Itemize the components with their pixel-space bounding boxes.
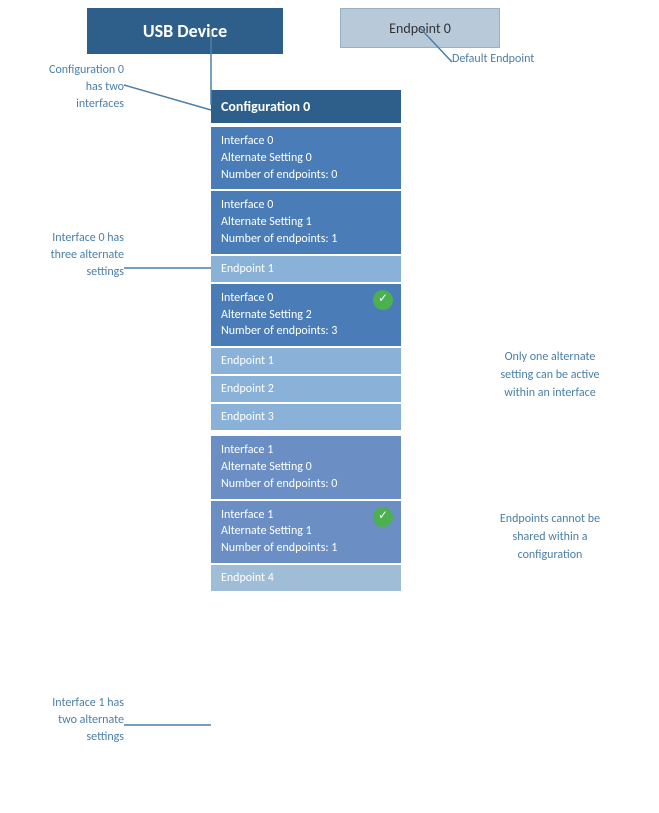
if0-alt0-line1: Interface 0 xyxy=(221,133,391,150)
if1-alt1-line1: Interface 1 xyxy=(221,507,391,524)
if1-alt1-line3: Number of endpoints: 1 xyxy=(221,540,391,557)
if0-alt2-line2: Alternate Setting 2 xyxy=(221,307,391,324)
endpoint-if0-alt2-ep1: Endpoint 1 xyxy=(211,348,401,374)
usb-device-label: USB Device xyxy=(143,20,227,42)
interface-block-if0-alt1: Interface 0 Alternate Setting 1 Number o… xyxy=(211,191,401,253)
if1-alt0-line3: Number of endpoints: 0 xyxy=(221,476,391,493)
interface-block-if0-alt2: ✓ Interface 0 Alternate Setting 2 Number… xyxy=(211,284,401,346)
endpoint-if1-alt1-ep4: Endpoint 4 xyxy=(211,565,401,591)
active-check-if0-alt2: ✓ xyxy=(373,290,393,310)
if0-alt1-line2: Alternate Setting 1 xyxy=(221,214,391,231)
endpoint-if0-alt2-ep3: Endpoint 3 xyxy=(211,404,401,430)
if0-alt2-line3: Number of endpoints: 3 xyxy=(221,323,391,340)
if0-alt1-line3: Number of endpoints: 1 xyxy=(221,231,391,248)
usb-device-box: USB Device xyxy=(87,8,283,54)
annotation-interface0-settings: Interface 0 hasthree alternatesettings xyxy=(4,230,124,280)
interface-block-if1-alt0: Interface 1 Alternate Setting 0 Number o… xyxy=(211,436,401,498)
endpoint-if0-alt2-ep2: Endpoint 2 xyxy=(211,376,401,402)
interface-block-if1-alt1: ✓ Interface 1 Alternate Setting 1 Number… xyxy=(211,501,401,563)
if1-alt1-line2: Alternate Setting 1 xyxy=(221,523,391,540)
annotation-interface1-settings: Interface 1 hastwo alternatesettings xyxy=(4,695,124,745)
if0-alt1-line1: Interface 0 xyxy=(221,197,391,214)
active-check-if1-alt1: ✓ xyxy=(373,507,393,527)
if1-alt0-line1: Interface 1 xyxy=(221,442,391,459)
if0-alt0-line2: Alternate Setting 0 xyxy=(221,150,391,167)
interface-block-if0-alt0: Interface 0 Alternate Setting 0 Number o… xyxy=(211,127,401,189)
endpoint0-box: Endpoint 0 xyxy=(340,8,500,48)
annotation-endpoints-not-shared: Endpoints cannot beshared within aconfig… xyxy=(455,510,645,564)
annotation-one-active: Only one alternatesetting can be activew… xyxy=(455,348,645,402)
if1-alt0-line2: Alternate Setting 0 xyxy=(221,459,391,476)
if0-alt0-line3: Number of endpoints: 0 xyxy=(221,167,391,184)
config-header: Configuration 0 xyxy=(211,90,401,123)
default-endpoint-label: Default Endpoint xyxy=(452,52,534,66)
diagram-container: Configuration 0 Interface 0 Alternate Se… xyxy=(211,90,401,593)
endpoint-if0-alt1-ep1: Endpoint 1 xyxy=(211,256,401,282)
annotation-config-two-interfaces: Configuration 0has twointerfaces xyxy=(4,62,124,112)
endpoint0-label: Endpoint 0 xyxy=(389,20,451,37)
if0-alt2-line1: Interface 0 xyxy=(221,290,391,307)
